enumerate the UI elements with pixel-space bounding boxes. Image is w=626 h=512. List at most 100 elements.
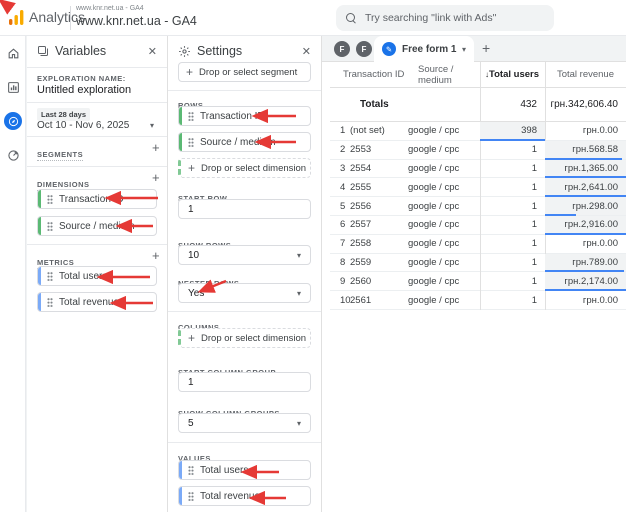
drag-handle-icon[interactable] bbox=[188, 111, 194, 121]
account-selector[interactable]: www.knr.net.ua - GA4 bbox=[76, 14, 197, 28]
source-medium-cell: google / cpc bbox=[408, 125, 460, 137]
start-column-group-input[interactable]: 1 bbox=[178, 372, 311, 392]
metric-accent bbox=[38, 293, 41, 311]
drag-handle-icon[interactable] bbox=[188, 137, 194, 147]
search-placeholder: Try searching "link with Ads" bbox=[365, 12, 497, 24]
table-row[interactable]: 2 2553 google / cpc 1 грн.568.58 bbox=[330, 140, 626, 160]
row-number-cell: 7 bbox=[340, 238, 346, 250]
total-users-cell: 1 bbox=[531, 238, 537, 250]
table-row[interactable]: 4 2555 google / cpc 1 грн.2,641.00 bbox=[330, 178, 626, 198]
totals-label: Totals bbox=[360, 99, 389, 110]
source-medium-cell: google / cpc bbox=[408, 200, 460, 212]
values-chip-total-revenue[interactable]: Total revenue bbox=[178, 486, 311, 506]
settings-panel: Settings ✕ + Drop or select segment ROWS… bbox=[168, 36, 322, 512]
nav-home[interactable] bbox=[0, 36, 26, 70]
table-row[interactable]: 9 2560 google / cpc 1 грн.2,174.00 bbox=[330, 272, 626, 292]
table-row[interactable]: 7 2558 google / cpc 1 грн.0.00 bbox=[330, 235, 626, 254]
transaction-id-cell: 2555 bbox=[350, 181, 372, 193]
table-row[interactable]: 5 2556 google / cpc 1 грн.298.00 bbox=[330, 197, 626, 216]
dimension-accent bbox=[179, 107, 182, 125]
total-revenue-cell: грн.0.00 bbox=[582, 125, 618, 137]
total-users-cell: 1 bbox=[531, 219, 537, 231]
table-row[interactable]: 1 (not set) google / cpc 398 грн.0.00 bbox=[330, 122, 626, 141]
drag-handle-icon[interactable] bbox=[47, 297, 53, 307]
add-metric-button[interactable]: + bbox=[152, 248, 160, 263]
rows-dimension-drop-zone[interactable]: + Drop or select dimension bbox=[178, 158, 311, 178]
nav-reports[interactable] bbox=[0, 70, 26, 104]
show-column-groups-select[interactable]: 5 ▾ bbox=[178, 413, 311, 433]
variables-close-icon[interactable]: ✕ bbox=[148, 45, 157, 58]
chevron-down-icon[interactable]: ▾ bbox=[462, 45, 466, 54]
totals-revenue: грн.342,606.40 bbox=[550, 99, 618, 110]
variables-title: Variables bbox=[55, 44, 107, 58]
total-revenue-cell: грн.298.00 bbox=[545, 197, 626, 216]
field-value: 10 bbox=[188, 249, 200, 261]
drag-handle-icon[interactable] bbox=[188, 491, 194, 501]
table-row[interactable]: 6 2557 google / cpc 1 грн.2,916.00 bbox=[330, 215, 626, 235]
left-nav bbox=[0, 36, 26, 512]
tab-free-form-1[interactable]: ✎ Free form 1 ▾ bbox=[374, 36, 474, 62]
totals-row: Totals 432 грн.342,606.40 bbox=[330, 88, 626, 122]
settings-close-icon[interactable]: ✕ bbox=[302, 45, 311, 58]
exploration-name-value[interactable]: Untitled exploration bbox=[37, 84, 131, 96]
freeform-table: Transaction ID Source / medium ↓Total us… bbox=[330, 62, 626, 310]
drag-handle-icon[interactable] bbox=[47, 194, 53, 204]
date-range-value[interactable]: Oct 10 - Nov 6, 2025 bbox=[37, 120, 129, 131]
header-source-medium[interactable]: Source / medium bbox=[418, 64, 480, 86]
values-chip-total-users[interactable]: Total users bbox=[178, 460, 311, 480]
nested-rows-select[interactable]: Yes ▾ bbox=[178, 283, 311, 303]
add-dimension-button[interactable]: + bbox=[152, 170, 160, 185]
show-rows-select[interactable]: 10 ▾ bbox=[178, 245, 311, 265]
metric-chip-total-users[interactable]: Total users bbox=[37, 266, 157, 286]
dimension-chip-source-medium[interactable]: Source / medium bbox=[37, 216, 157, 236]
divider bbox=[27, 244, 167, 245]
row-number-cell: 4 bbox=[340, 181, 346, 193]
nav-advertising[interactable] bbox=[0, 138, 26, 172]
transaction-id-cell: 2553 bbox=[350, 144, 372, 156]
divider bbox=[27, 136, 167, 137]
header-transaction-id[interactable]: Transaction ID bbox=[330, 69, 418, 80]
segment-drop-zone[interactable]: + Drop or select segment bbox=[178, 62, 311, 82]
row-number-cell: 8 bbox=[340, 256, 346, 268]
drag-handle-icon[interactable] bbox=[188, 465, 194, 475]
source-medium-cell: google / cpc bbox=[408, 275, 460, 287]
advertising-icon bbox=[7, 149, 19, 161]
tab-label: Free form 1 bbox=[402, 43, 457, 55]
variables-icon bbox=[38, 46, 48, 56]
table-row[interactable]: 8 2559 google / cpc 1 грн.789.00 bbox=[330, 253, 626, 273]
add-segment-button[interactable]: + bbox=[152, 140, 160, 155]
exploration-name-label: EXPLORATION NAME: bbox=[37, 74, 126, 83]
header-total-users-sorted[interactable]: ↓Total users bbox=[480, 69, 545, 80]
add-tab-button[interactable]: + bbox=[482, 40, 490, 56]
start-row-input[interactable]: 1 bbox=[178, 199, 311, 219]
divider bbox=[27, 166, 167, 167]
drag-handle-icon[interactable] bbox=[47, 221, 53, 231]
plus-icon: + bbox=[186, 65, 194, 79]
drag-handle-icon[interactable] bbox=[47, 271, 53, 281]
row-number-cell: 1 bbox=[340, 125, 346, 137]
header-total-revenue[interactable]: Total revenue bbox=[545, 69, 626, 80]
search-icon bbox=[346, 13, 356, 23]
tab-hidden-1[interactable]: F bbox=[334, 41, 350, 57]
table-row[interactable]: 3 2554 google / cpc 1 грн.1,365.00 bbox=[330, 159, 626, 179]
nav-explore-active[interactable] bbox=[0, 104, 26, 138]
divider bbox=[27, 102, 167, 103]
tab-hidden-2[interactable]: F bbox=[356, 41, 372, 57]
source-medium-cell: google / cpc bbox=[408, 238, 460, 250]
rows-chip-source-medium[interactable]: Source / medium bbox=[178, 132, 311, 152]
table-row[interactable]: 10 2561 google / cpc 1 грн.0.00 bbox=[330, 291, 626, 310]
transaction-id-cell: 2561 bbox=[350, 294, 372, 306]
segments-label: SEGMENTS bbox=[37, 150, 84, 161]
metric-chip-total-revenue[interactable]: Total revenue bbox=[37, 292, 157, 312]
source-medium-cell: google / cpc bbox=[408, 294, 460, 306]
chip-label: Total users bbox=[200, 464, 249, 476]
dimension-chip-transaction-id[interactable]: Transaction ID bbox=[37, 189, 157, 209]
table-body: 1 (not set) google / cpc 398 грн.0.00 2 2553 go… bbox=[330, 122, 626, 310]
columns-dimension-drop-zone[interactable]: + Drop or select dimension bbox=[178, 328, 311, 348]
transaction-id-cell: 2556 bbox=[350, 200, 372, 212]
search-input[interactable]: Try searching "link with Ads" bbox=[336, 5, 554, 31]
rows-chip-transaction-id[interactable]: Transaction ID bbox=[178, 106, 311, 126]
analytics-logo-icon[interactable] bbox=[8, 9, 25, 26]
date-range-caret-icon[interactable]: ▾ bbox=[150, 121, 154, 130]
plus-icon: + bbox=[188, 161, 196, 175]
